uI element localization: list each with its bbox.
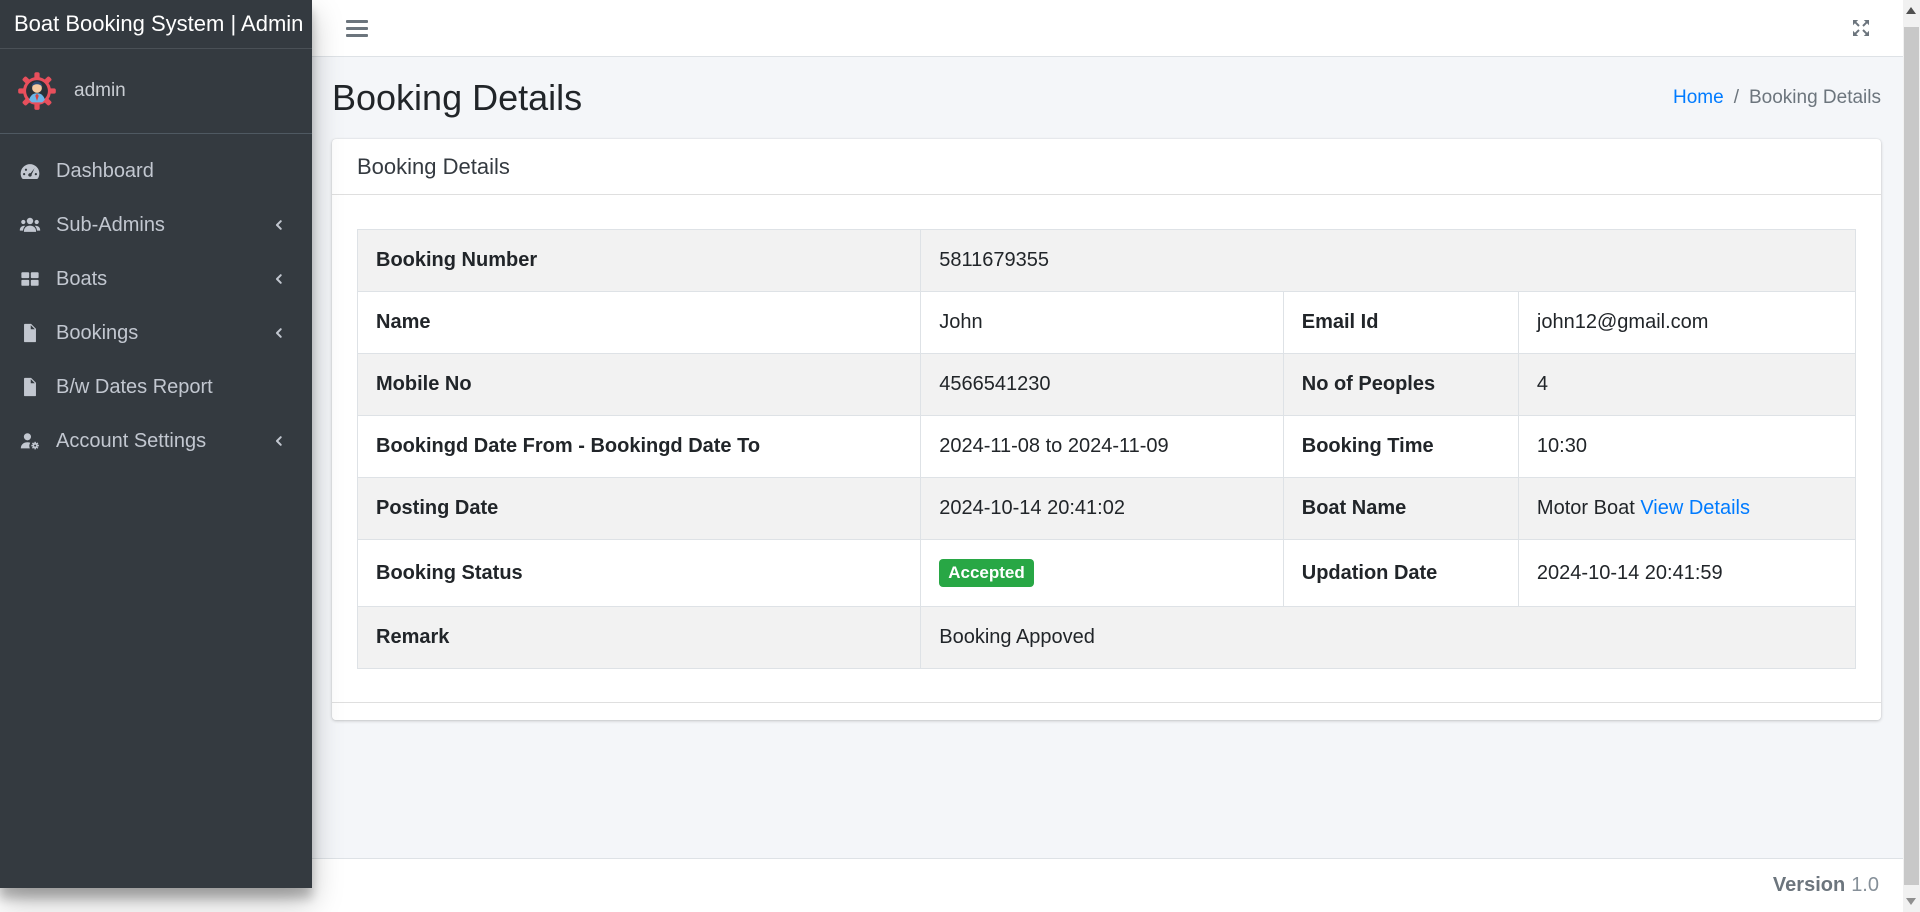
table-row: Bookingd Date From - Bookingd Date To 20… [358, 416, 1856, 478]
boat-name-text: Motor Boat [1537, 497, 1635, 519]
sidebar-item-label: Boats [56, 268, 107, 291]
detail-value: 2024-10-14 20:41:02 [921, 478, 1284, 540]
table-icon [16, 268, 43, 290]
table-row: Booking Status Accepted Updation Date 20… [358, 540, 1856, 607]
avatar [16, 70, 58, 112]
detail-label: Bookingd Date From - Bookingd Date To [358, 416, 921, 478]
user-gear-icon [16, 430, 43, 452]
scroll-up-arrow-icon[interactable] [1906, 7, 1916, 14]
scrollbar[interactable] [1903, 0, 1920, 912]
sidebar-item-dashboard[interactable]: Dashboard [0, 144, 312, 198]
detail-value: 2024-10-14 20:41:59 [1518, 540, 1855, 607]
brand-title: Boat Booking System | Admin [14, 11, 303, 37]
sidebar-item-account-settings[interactable]: Account Settings [0, 414, 312, 468]
menu-toggle-icon[interactable] [344, 16, 370, 41]
detail-label: Posting Date [358, 478, 921, 540]
detail-label: Name [358, 292, 921, 354]
breadcrumb-home-link[interactable]: Home [1673, 87, 1724, 108]
breadcrumb-current: Booking Details [1749, 87, 1881, 109]
detail-value: Accepted [921, 540, 1284, 607]
detail-label: No of Peoples [1283, 354, 1518, 416]
users-icon [16, 214, 43, 236]
table-row: Booking Number 5811679355 [358, 230, 1856, 292]
chevron-left-icon [272, 272, 286, 286]
sidebar-item-boats[interactable]: Boats [0, 252, 312, 306]
detail-label: Booking Status [358, 540, 921, 607]
chevron-left-icon [272, 434, 286, 448]
table-row: Name John Email Id john12@gmail.com [358, 292, 1856, 354]
detail-label: Email Id [1283, 292, 1518, 354]
detail-value: 4 [1518, 354, 1855, 416]
detail-label: Booking Number [358, 230, 921, 292]
file-icon [16, 376, 43, 398]
user-panel: admin [0, 49, 312, 134]
scrollbar-thumb[interactable] [1904, 27, 1919, 885]
content-header: Booking Details Home / Booking Details [332, 77, 1881, 119]
booking-details-table: Booking Number 5811679355 Name John Emai… [357, 229, 1856, 669]
detail-label: Boat Name [1283, 478, 1518, 540]
fullscreen-icon[interactable] [1849, 16, 1873, 40]
version-label: Version [1773, 874, 1845, 896]
version-value: 1.0 [1851, 874, 1879, 896]
sidebar-menu: Dashboard Sub-Admins Boats Booking [0, 134, 312, 468]
sidebar-item-label: Bookings [56, 322, 138, 345]
detail-value: 10:30 [1518, 416, 1855, 478]
sidebar-item-sub-admins[interactable]: Sub-Admins [0, 198, 312, 252]
detail-label: Remark [358, 607, 921, 669]
card-footer [332, 702, 1881, 720]
top-navbar [312, 0, 1903, 57]
detail-value: Booking Appoved [921, 607, 1856, 669]
sidebar-item-label: Account Settings [56, 430, 206, 453]
version-text: Version 1.0 [1773, 874, 1879, 897]
breadcrumb: Home / Booking Details [1673, 87, 1881, 109]
file-icon [16, 322, 43, 344]
sidebar-item-label: Dashboard [56, 160, 154, 183]
main-area: Booking Details Home / Booking Details B… [312, 0, 1903, 912]
detail-label: Updation Date [1283, 540, 1518, 607]
table-row: Mobile No 4566541230 No of Peoples 4 [358, 354, 1856, 416]
detail-value: 2024-11-08 to 2024-11-09 [921, 416, 1284, 478]
table-row: Remark Booking Appoved [358, 607, 1856, 669]
status-badge: Accepted [939, 559, 1034, 587]
tachometer-icon [16, 160, 43, 182]
sidebar-item-bookings[interactable]: Bookings [0, 306, 312, 360]
chevron-left-icon [272, 326, 286, 340]
detail-value: 4566541230 [921, 354, 1284, 416]
view-details-link[interactable]: View Details [1640, 497, 1750, 519]
detail-value: john12@gmail.com [1518, 292, 1855, 354]
brand-link[interactable]: Boat Booking System | Admin [0, 0, 312, 49]
booking-details-card: Booking Details Booking Number 581167935… [332, 139, 1881, 720]
detail-label: Mobile No [358, 354, 921, 416]
page-title: Booking Details [332, 77, 582, 119]
detail-value: John [921, 292, 1284, 354]
footer: Version 1.0 [312, 858, 1903, 912]
card-title: Booking Details [332, 139, 1881, 195]
breadcrumb-separator: / [1734, 87, 1739, 109]
sidebar-item-label: Sub-Admins [56, 214, 165, 237]
detail-label: Booking Time [1283, 416, 1518, 478]
table-row: Posting Date 2024-10-14 20:41:02 Boat Na… [358, 478, 1856, 540]
sidebar: Boat Booking System | Admin [0, 0, 312, 888]
sidebar-item-bw-dates-report[interactable]: B/w Dates Report [0, 360, 312, 414]
sidebar-item-label: B/w Dates Report [56, 376, 213, 399]
card-body: Booking Number 5811679355 Name John Emai… [332, 195, 1881, 702]
detail-value: Motor Boat View Details [1518, 478, 1855, 540]
detail-value: 5811679355 [921, 230, 1856, 292]
chevron-left-icon [272, 218, 286, 232]
sidebar-user-name[interactable]: admin [74, 80, 126, 102]
scroll-down-arrow-icon[interactable] [1906, 898, 1916, 905]
content-area: Booking Details Home / Booking Details B… [312, 57, 1903, 858]
